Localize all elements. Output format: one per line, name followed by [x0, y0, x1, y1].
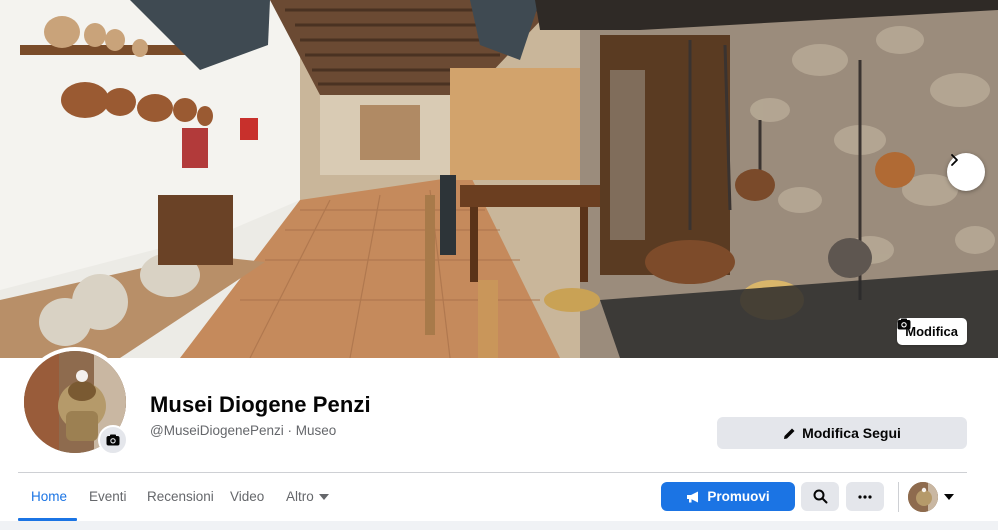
camera-icon	[106, 434, 120, 446]
content-area-edge	[0, 521, 998, 530]
search-button[interactable]	[801, 482, 839, 511]
camera-icon	[897, 318, 911, 330]
tab-home[interactable]: Home	[31, 489, 67, 504]
megaphone-icon	[687, 491, 699, 502]
edit-cover-button[interactable]: Modifica	[897, 318, 967, 345]
more-horizontal-icon	[858, 494, 872, 499]
edit-follow-label: Modifica Segui	[802, 425, 901, 441]
cover-next-button[interactable]	[947, 153, 985, 191]
account-avatar-image	[908, 482, 938, 512]
tab-more-label: Altro	[286, 489, 314, 504]
cover-photo-scene	[0, 0, 998, 358]
tab-more[interactable]: Altro	[286, 489, 329, 504]
account-switcher[interactable]	[908, 481, 960, 513]
actions-separator	[898, 482, 899, 512]
more-options-button[interactable]	[846, 482, 884, 511]
pencil-icon	[784, 428, 795, 439]
profile-picture[interactable]	[20, 347, 130, 457]
account-avatar	[908, 482, 938, 512]
search-icon	[813, 489, 827, 504]
promote-button[interactable]: Promuovi	[661, 482, 795, 511]
tab-video[interactable]: Video	[230, 489, 264, 504]
edit-follow-button[interactable]: Modifica Segui	[717, 417, 967, 449]
header-divider	[18, 472, 967, 473]
page-title: Musei Diogene Penzi	[150, 392, 371, 417]
change-profile-picture-button[interactable]	[98, 425, 128, 455]
tab-reviews[interactable]: Recensioni	[147, 489, 214, 504]
caret-down-icon	[944, 494, 954, 500]
edit-cover-label: Modifica	[905, 324, 958, 339]
caret-down-icon	[318, 493, 329, 500]
tab-events[interactable]: Eventi	[89, 489, 127, 504]
chevron-right-icon	[951, 154, 958, 166]
promote-label: Promuovi	[707, 489, 770, 504]
page-username-category: @MuseiDiogenePenzi · Museo	[150, 423, 337, 438]
cover-photo: Modifica	[0, 0, 998, 358]
